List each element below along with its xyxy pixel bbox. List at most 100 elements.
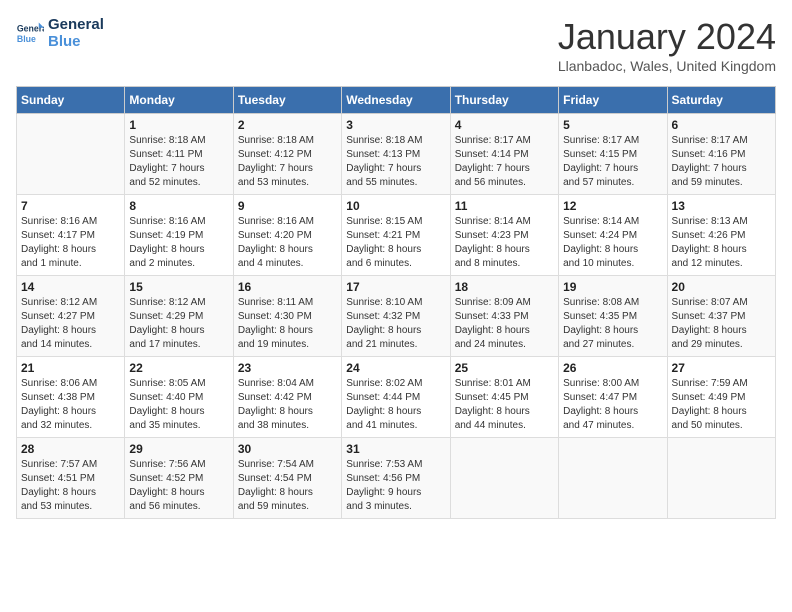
calendar-cell: 2 Sunrise: 8:18 AMSunset: 4:12 PMDaylight…: [233, 114, 341, 195]
day-number: 22: [129, 361, 228, 375]
day-number: 31: [346, 442, 445, 456]
day-number: 11: [455, 199, 554, 213]
day-number: 6: [672, 118, 771, 132]
day-number: 19: [563, 280, 662, 294]
day-number: 5: [563, 118, 662, 132]
calendar-cell: [559, 438, 667, 519]
calendar-cell: 7 Sunrise: 8:16 AMSunset: 4:17 PMDaylight…: [17, 195, 125, 276]
day-number: 14: [21, 280, 120, 294]
day-info: Sunrise: 8:04 AMSunset: 4:42 PMDaylight:…: [238, 377, 337, 433]
calendar-week-4: 28Sunrise: 7:57 AMSunset: 4:51 PMDayligh…: [17, 438, 776, 519]
location: Llanbadoc, Wales, United Kingdom: [558, 58, 776, 74]
day-header-tuesday: Tuesday: [233, 87, 341, 114]
day-info: Sunrise: 8:02 AMSunset: 4:44 PMDaylight:…: [346, 377, 445, 433]
day-info: Sunrise: 8:05 AMSunset: 4:40 PMDaylight:…: [129, 377, 228, 433]
day-number: 13: [672, 199, 771, 213]
calendar-cell: 20 Sunrise: 8:07 AMSunset: 4:37 PMDayligh…: [667, 276, 775, 357]
calendar-week-3: 21 Sunrise: 8:06 AMSunset: 4:38 PMDayligh…: [17, 357, 776, 438]
calendar-cell: 9Sunrise: 8:16 AMSunset: 4:20 PMDaylight…: [233, 195, 341, 276]
calendar-cell: 30Sunrise: 7:54 AMSunset: 4:54 PMDayligh…: [233, 438, 341, 519]
day-info: Sunrise: 8:12 AMSunset: 4:27 PMDaylight:…: [21, 296, 120, 352]
calendar-header-row: SundayMondayTuesdayWednesdayThursdayFrid…: [17, 87, 776, 114]
calendar-cell: 10 Sunrise: 8:15 AMSunset: 4:21 PMDayligh…: [342, 195, 450, 276]
day-info: Sunrise: 8:18 AMSunset: 4:12 PMDaylight:…: [238, 134, 337, 190]
day-number: 1: [129, 118, 228, 132]
day-info: Sunrise: 8:06 AMSunset: 4:38 PMDaylight:…: [21, 377, 120, 433]
day-number: 27: [672, 361, 771, 375]
calendar-week-1: 7 Sunrise: 8:16 AMSunset: 4:17 PMDaylight…: [17, 195, 776, 276]
calendar-cell: [17, 114, 125, 195]
logo: General Blue General Blue: [16, 16, 104, 50]
day-number: 4: [455, 118, 554, 132]
calendar-cell: 27 Sunrise: 7:59 AMSunset: 4:49 PMDayligh…: [667, 357, 775, 438]
day-info: Sunrise: 8:16 AMSunset: 4:19 PMDaylight:…: [129, 215, 228, 271]
calendar-cell: 14 Sunrise: 8:12 AMSunset: 4:27 PMDayligh…: [17, 276, 125, 357]
calendar-cell: 17 Sunrise: 8:10 AMSunset: 4:32 PMDayligh…: [342, 276, 450, 357]
day-number: 3: [346, 118, 445, 132]
calendar-cell: 16Sunrise: 8:11 AMSunset: 4:30 PMDayligh…: [233, 276, 341, 357]
day-info: Sunrise: 8:13 AMSunset: 4:26 PMDaylight:…: [672, 215, 771, 271]
day-number: 28: [21, 442, 120, 456]
day-info: Sunrise: 8:17 AMSunset: 4:16 PMDaylight:…: [672, 134, 771, 190]
calendar-cell: 1Sunrise: 8:18 AMSunset: 4:11 PMDaylight…: [125, 114, 233, 195]
day-info: Sunrise: 8:17 AMSunset: 4:15 PMDaylight:…: [563, 134, 662, 190]
day-header-monday: Monday: [125, 87, 233, 114]
calendar-cell: 31 Sunrise: 7:53 AMSunset: 4:56 PMDayligh…: [342, 438, 450, 519]
day-number: 8: [129, 199, 228, 213]
day-number: 17: [346, 280, 445, 294]
logo-icon: General Blue: [16, 19, 44, 47]
calendar-cell: 15 Sunrise: 8:12 AMSunset: 4:29 PMDayligh…: [125, 276, 233, 357]
day-number: 9: [238, 199, 337, 213]
day-number: 21: [21, 361, 120, 375]
day-header-sunday: Sunday: [17, 87, 125, 114]
calendar-cell: 22 Sunrise: 8:05 AMSunset: 4:40 PMDayligh…: [125, 357, 233, 438]
day-number: 25: [455, 361, 554, 375]
calendar-cell: 11 Sunrise: 8:14 AMSunset: 4:23 PMDayligh…: [450, 195, 558, 276]
day-info: Sunrise: 8:14 AMSunset: 4:23 PMDaylight:…: [455, 215, 554, 271]
calendar-cell: 3Sunrise: 8:18 AMSunset: 4:13 PMDaylight…: [342, 114, 450, 195]
title-block: January 2024 Llanbadoc, Wales, United Ki…: [558, 16, 776, 74]
day-info: Sunrise: 8:07 AMSunset: 4:37 PMDaylight:…: [672, 296, 771, 352]
day-info: Sunrise: 7:56 AMSunset: 4:52 PMDaylight:…: [129, 458, 228, 514]
day-info: Sunrise: 8:11 AMSunset: 4:30 PMDaylight:…: [238, 296, 337, 352]
day-number: 18: [455, 280, 554, 294]
page-header: General Blue General Blue January 2024 L…: [16, 16, 776, 74]
day-info: Sunrise: 8:16 AMSunset: 4:17 PMDaylight:…: [21, 215, 120, 271]
day-number: 7: [21, 199, 120, 213]
day-number: 23: [238, 361, 337, 375]
calendar-week-0: 1Sunrise: 8:18 AMSunset: 4:11 PMDaylight…: [17, 114, 776, 195]
calendar-cell: 24 Sunrise: 8:02 AMSunset: 4:44 PMDayligh…: [342, 357, 450, 438]
calendar-cell: [667, 438, 775, 519]
logo-line2: Blue: [48, 33, 104, 50]
day-info: Sunrise: 8:12 AMSunset: 4:29 PMDaylight:…: [129, 296, 228, 352]
day-number: 15: [129, 280, 228, 294]
calendar-cell: 26 Sunrise: 8:00 AMSunset: 4:47 PMDayligh…: [559, 357, 667, 438]
day-number: 26: [563, 361, 662, 375]
calendar-cell: 21 Sunrise: 8:06 AMSunset: 4:38 PMDayligh…: [17, 357, 125, 438]
calendar-cell: 6 Sunrise: 8:17 AMSunset: 4:16 PMDaylight…: [667, 114, 775, 195]
svg-text:Blue: Blue: [17, 34, 36, 44]
day-number: 2: [238, 118, 337, 132]
calendar-cell: 28Sunrise: 7:57 AMSunset: 4:51 PMDayligh…: [17, 438, 125, 519]
calendar-body: 1Sunrise: 8:18 AMSunset: 4:11 PMDaylight…: [17, 114, 776, 519]
day-number: 24: [346, 361, 445, 375]
calendar-cell: 13 Sunrise: 8:13 AMSunset: 4:26 PMDayligh…: [667, 195, 775, 276]
day-info: Sunrise: 8:00 AMSunset: 4:47 PMDaylight:…: [563, 377, 662, 433]
day-header-wednesday: Wednesday: [342, 87, 450, 114]
day-number: 20: [672, 280, 771, 294]
calendar-cell: 19 Sunrise: 8:08 AMSunset: 4:35 PMDayligh…: [559, 276, 667, 357]
calendar-cell: [450, 438, 558, 519]
day-info: Sunrise: 8:09 AMSunset: 4:33 PMDaylight:…: [455, 296, 554, 352]
day-number: 10: [346, 199, 445, 213]
day-info: Sunrise: 8:15 AMSunset: 4:21 PMDaylight:…: [346, 215, 445, 271]
day-info: Sunrise: 8:10 AMSunset: 4:32 PMDaylight:…: [346, 296, 445, 352]
day-info: Sunrise: 7:53 AMSunset: 4:56 PMDaylight:…: [346, 458, 445, 514]
calendar-cell: 8 Sunrise: 8:16 AMSunset: 4:19 PMDaylight…: [125, 195, 233, 276]
day-info: Sunrise: 8:08 AMSunset: 4:35 PMDaylight:…: [563, 296, 662, 352]
calendar-cell: 4Sunrise: 8:17 AMSunset: 4:14 PMDaylight…: [450, 114, 558, 195]
calendar-table: SundayMondayTuesdayWednesdayThursdayFrid…: [16, 86, 776, 519]
calendar-cell: 5 Sunrise: 8:17 AMSunset: 4:15 PMDaylight…: [559, 114, 667, 195]
day-header-friday: Friday: [559, 87, 667, 114]
logo-line1: General: [48, 16, 104, 33]
day-info: Sunrise: 7:59 AMSunset: 4:49 PMDaylight:…: [672, 377, 771, 433]
